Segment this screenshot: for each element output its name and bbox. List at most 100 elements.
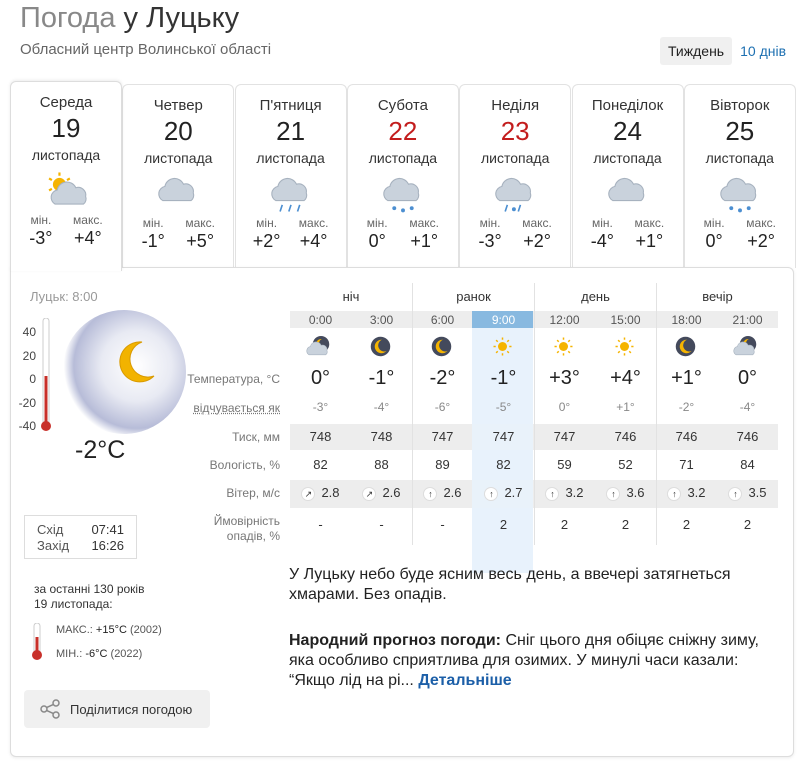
label-feels-like[interactable]: відчувається як	[170, 401, 280, 415]
hour-precip: -	[351, 517, 412, 532]
label-temperature: Температура, °C	[187, 372, 280, 386]
day-weather-icon	[573, 172, 683, 216]
hour-humidity: 88	[351, 457, 412, 472]
hour-pressure-text: 747	[553, 429, 576, 444]
hour-precip-text: 2	[499, 517, 508, 532]
hour-temp-text: -2°	[429, 367, 456, 389]
max-label: макс.	[522, 216, 552, 230]
hour-humidity: 52	[595, 457, 656, 472]
hour-feels-text: 0°	[558, 400, 571, 414]
day-max: макс. +5°	[185, 216, 215, 252]
max-label: макс.	[634, 216, 665, 230]
hour-wind: ↑ 3.2	[656, 485, 717, 501]
day-tab[interactable]: Понеділок 24 листопада мін. -4° макс. +1°	[571, 84, 684, 268]
hour-temp: 0°	[717, 367, 778, 390]
current-weather-icon	[62, 310, 186, 434]
hour-pressure: 747	[534, 429, 595, 444]
hour-pressure-text: 746	[614, 429, 637, 444]
hour-time-text: 21:00	[732, 313, 763, 327]
day-month: листопада	[481, 150, 550, 166]
hour-time: 21:00	[717, 313, 778, 327]
label-precipitation-line: опадів, %	[226, 529, 280, 543]
hour-wind-text: 3.2	[565, 485, 584, 500]
min-label: мін.	[479, 216, 501, 230]
day-max: макс. +1°	[635, 216, 665, 252]
hour-wind-text: 3.2	[687, 485, 706, 500]
hour-precip: 2	[473, 517, 534, 532]
day-min: мін. -4°	[591, 216, 614, 252]
hour-humidity-text: 84	[740, 457, 755, 472]
day-tab[interactable]: Середа 19 листопада мін. -3° макс. +4°	[10, 81, 122, 271]
hour-precip: 2	[534, 517, 595, 532]
hour-icon	[595, 333, 656, 368]
sunset-label: Захід	[37, 538, 70, 553]
hour-temp: -1°	[473, 367, 534, 390]
day-month: листопада	[705, 150, 774, 166]
label-precipitation: Ймовірність опадів, %	[170, 514, 280, 544]
day-tab[interactable]: Субота 22 листопада мін. 0° макс. +1°	[346, 84, 459, 268]
hour-temp-text: -1°	[490, 367, 517, 389]
snow-cloud-icon	[720, 177, 757, 213]
day-date: 24	[613, 116, 642, 146]
folk-title: Народний прогноз погоди:	[289, 632, 501, 649]
period-label: вечір	[702, 289, 733, 304]
hour-pressure: 748	[351, 429, 412, 444]
folk-forecast: Народний прогноз погоди: Сніг цього дня …	[289, 631, 779, 691]
hour-pressure-text: 746	[675, 429, 698, 444]
min-label: мін.	[366, 216, 388, 230]
day-weather-icon	[685, 172, 795, 216]
day-tab[interactable]: Вівторок 25 листопада мін. 0° макс. +2°	[683, 84, 796, 268]
day-max: макс. +1°	[409, 216, 439, 252]
label-wind: Вітер, м/с	[226, 486, 280, 500]
hour-wind-text: 2.8	[321, 485, 340, 500]
label-precipitation-line: Ймовірність	[213, 514, 280, 528]
page-subtitle: Обласний центр Волинської області	[20, 41, 272, 58]
hour-wind: ↑ 3.2	[534, 485, 595, 501]
hour-humidity: 89	[412, 457, 473, 472]
day-date: 20	[163, 116, 193, 146]
hour-humidity: 82	[473, 457, 534, 472]
hour-wind-text: 3.6	[626, 485, 645, 500]
hour-wind: ↗ 2.6	[351, 485, 412, 501]
hour-wind-text: 3.5	[748, 485, 767, 500]
day-max-value: +1°	[635, 231, 664, 251]
day-weather-icon	[11, 169, 121, 213]
hour-icon	[717, 333, 778, 368]
min-label: мін.	[142, 216, 164, 230]
week-view-button[interactable]: Тиждень	[660, 37, 733, 65]
day-max-value: +2°	[747, 231, 775, 251]
hour-precip: 2	[656, 517, 717, 532]
hour-wind-text: 2.6	[443, 485, 462, 500]
day-min-value: -3°	[478, 231, 502, 251]
day-tab[interactable]: П'ятниця 21 листопада мін. +2° макс. +4°	[234, 84, 347, 268]
hour-pressure-text: 747	[492, 429, 515, 444]
hour-wind: ↗ 2.8	[290, 485, 351, 501]
day-name: П'ятниця	[259, 97, 322, 114]
hour-temp-text: -1°	[368, 367, 395, 389]
history-line: 19 листопада:	[34, 597, 113, 611]
day-tab[interactable]: Неділя 23 листопада мін. -3° макс. +2°	[459, 84, 572, 268]
history-max: МАКС.: +15°C (2002)	[56, 624, 162, 636]
day-date: 21	[276, 116, 306, 146]
view-switcher: Тиждень 10 днів	[660, 37, 794, 65]
ten-days-link[interactable]: 10 днів	[732, 37, 794, 65]
history-title: за останні 130 років 19 листопада:	[34, 582, 144, 612]
period-label: ніч	[342, 289, 360, 304]
day-tab[interactable]: Четвер 20 листопада мін. -1° макс. +5°	[122, 84, 235, 268]
day-min: мін. 0°	[367, 216, 388, 252]
day-name: Середа	[39, 94, 93, 111]
more-link[interactable]: Детальніше	[418, 672, 511, 689]
hour-feels-text: +1°	[616, 400, 635, 414]
hour-humidity-text: 52	[618, 457, 633, 472]
current-time-label: Луцьк: 8:00	[30, 289, 98, 304]
sunset-time: 16:26	[91, 538, 124, 553]
hour-humidity: 71	[656, 457, 717, 472]
day-max-value: +4°	[299, 231, 328, 251]
wind-direction-icon: ↑	[484, 486, 499, 501]
hour-time-text: 9:00	[491, 313, 516, 327]
day-max-value: +1°	[410, 231, 439, 251]
day-max: макс. +2°	[746, 216, 776, 252]
day-max-value: +4°	[74, 228, 102, 248]
scale-tick: -20	[18, 395, 36, 410]
share-button[interactable]: Поділитися погодою	[24, 690, 210, 728]
